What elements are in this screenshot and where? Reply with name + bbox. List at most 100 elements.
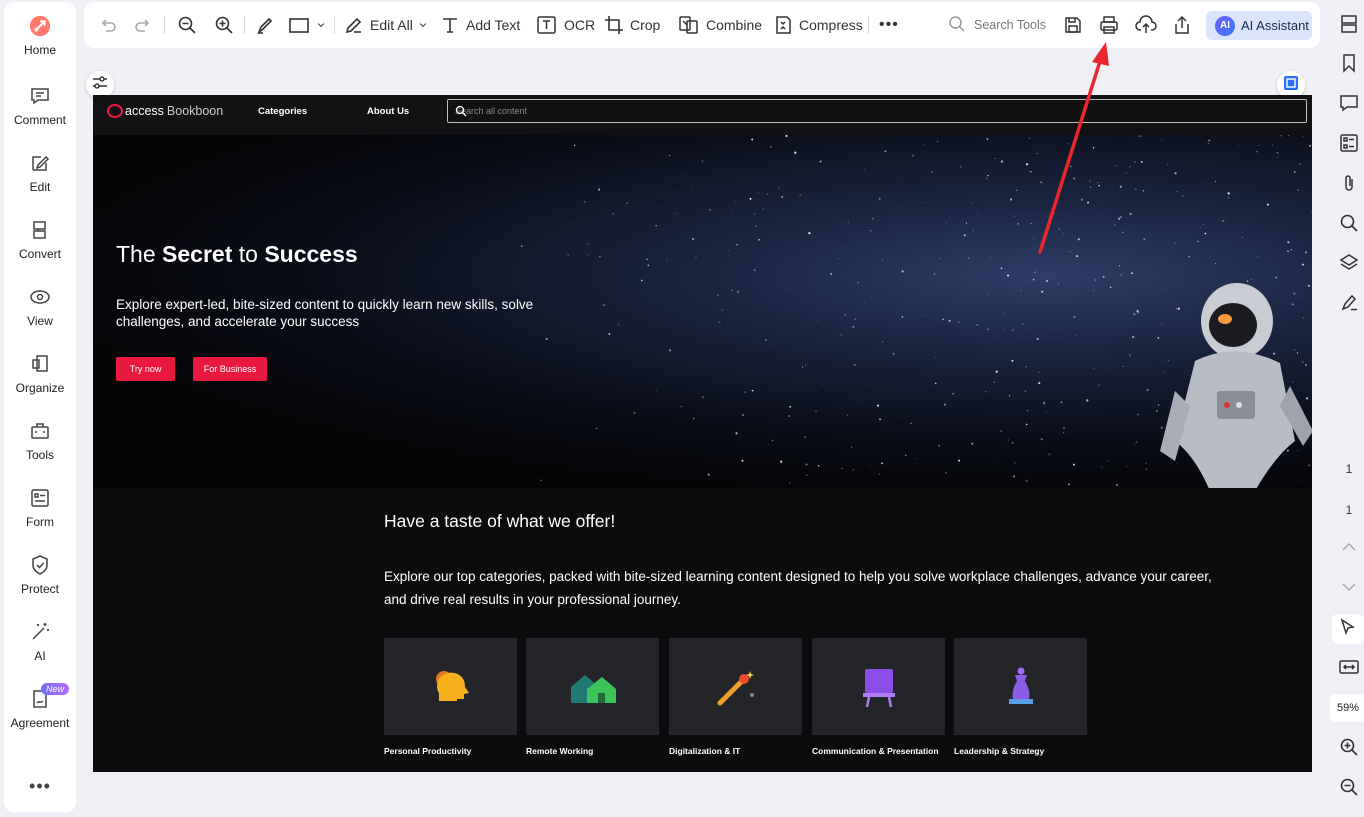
crop-button[interactable]: Crop [604, 2, 660, 48]
star [1294, 171, 1296, 173]
sidebar-item-label: Form [26, 515, 54, 529]
save-button[interactable] [1063, 2, 1083, 48]
star [863, 302, 865, 303]
nav-categories-link[interactable]: Categories [258, 106, 307, 117]
ai-assistant-button[interactable]: AI AI Assistant [1206, 11, 1312, 40]
star [1250, 279, 1252, 281]
try-now-button[interactable]: Try now [116, 357, 175, 381]
star [1040, 438, 1043, 441]
star [874, 472, 876, 473]
for-business-button[interactable]: For Business [193, 357, 267, 381]
star [934, 382, 937, 385]
zoom-in-button[interactable] [214, 2, 234, 48]
star [1145, 468, 1147, 470]
redo-button[interactable] [133, 2, 153, 48]
sidebar-item-tools[interactable]: Tools [4, 415, 76, 473]
star [1063, 232, 1065, 235]
add-text-button[interactable]: Add Text [440, 2, 520, 48]
current-page-number[interactable]: 1 [1328, 462, 1364, 476]
select-tool-button[interactable] [1332, 614, 1364, 644]
zoom-out-button[interactable] [1338, 778, 1360, 800]
star [1075, 334, 1077, 336]
star [666, 259, 668, 262]
star [1030, 222, 1032, 225]
star [757, 192, 759, 194]
compress-button[interactable]: Compress [773, 2, 863, 48]
search-tools-input[interactable]: Search Tools [948, 2, 1046, 48]
sidebar-item-form[interactable]: Form [4, 482, 76, 540]
page-layout-button[interactable] [1338, 14, 1360, 37]
redo-icon [133, 15, 153, 35]
star [1129, 165, 1131, 168]
print-button[interactable] [1099, 2, 1119, 48]
star [990, 257, 991, 259]
crop-icon [604, 15, 624, 35]
upload-cloud-button[interactable] [1135, 2, 1157, 48]
star [765, 339, 767, 341]
combine-button[interactable]: Combine [678, 2, 762, 48]
star [922, 314, 924, 316]
zoom-level[interactable]: 59% [1330, 694, 1364, 722]
star [1025, 365, 1027, 368]
star [1070, 165, 1072, 168]
comments-panel-button[interactable] [1338, 94, 1360, 116]
star [708, 208, 711, 211]
site-search-input[interactable]: Search all content [447, 99, 1307, 123]
star [1137, 311, 1140, 314]
star [1122, 365, 1124, 367]
ocr-label: OCR [564, 17, 596, 33]
fit-width-button[interactable] [1338, 658, 1360, 680]
more-tools-button[interactable]: ••• [879, 2, 899, 48]
next-page-button[interactable] [1338, 578, 1360, 600]
star [676, 212, 678, 214]
ocr-icon [536, 15, 558, 35]
sidebar-item-protect[interactable]: Protect [4, 549, 76, 607]
share-button[interactable] [1172, 2, 1192, 48]
star [626, 201, 629, 205]
star [852, 469, 854, 471]
sidebar-item-edit[interactable]: Edit [4, 147, 76, 205]
category-card-personal-productivity[interactable] [384, 638, 517, 735]
star [1017, 222, 1020, 225]
shape-button[interactable] [289, 2, 325, 48]
sidebar-item-agreement[interactable]: Agreement New [4, 683, 76, 741]
category-card-leadership-strategy[interactable] [954, 638, 1087, 735]
sidebar-item-organize[interactable]: Organize [4, 348, 76, 406]
layers-button[interactable] [1338, 253, 1360, 276]
star [993, 381, 996, 384]
attachment-button[interactable] [1338, 174, 1360, 196]
sidebar-more-button[interactable]: ••• [4, 776, 76, 797]
category-card-digitalization-it[interactable] [669, 638, 802, 735]
sidebar-item-comment[interactable]: Comment [4, 80, 76, 138]
star [805, 463, 808, 466]
bookmark-button[interactable] [1338, 53, 1360, 76]
category-card-communication-presentation[interactable] [812, 638, 945, 735]
search-panel-button[interactable] [1338, 214, 1360, 236]
star [1208, 139, 1211, 142]
star [986, 138, 989, 140]
star [1300, 197, 1302, 199]
zoom-in-button[interactable] [1338, 738, 1360, 760]
undo-button[interactable] [98, 2, 118, 48]
category-card-remote-working[interactable] [526, 638, 659, 735]
form-fields-button[interactable] [1338, 133, 1360, 156]
star [879, 418, 882, 421]
edit-all-button[interactable]: Edit All [344, 2, 427, 48]
sidebar-item-view[interactable]: View [4, 281, 76, 339]
ocr-button[interactable]: OCR [536, 2, 595, 48]
sidebar-item-home[interactable]: Home [4, 10, 76, 68]
highlighter-button[interactable] [255, 2, 275, 48]
sidebar-item-ai[interactable]: AI [4, 616, 76, 674]
sidebar-item-convert[interactable]: Convert [4, 214, 76, 272]
nav-about-link[interactable]: About Us [367, 106, 409, 117]
star [1275, 276, 1278, 279]
bookboon-logo[interactable]: access Bookboon [107, 104, 223, 118]
zoom-out-button[interactable] [177, 2, 197, 48]
star [1098, 184, 1101, 187]
signature-button[interactable] [1338, 294, 1360, 316]
star [878, 473, 880, 475]
previous-page-button[interactable] [1338, 538, 1360, 560]
star [924, 144, 926, 146]
star [721, 309, 724, 311]
star [895, 178, 897, 180]
